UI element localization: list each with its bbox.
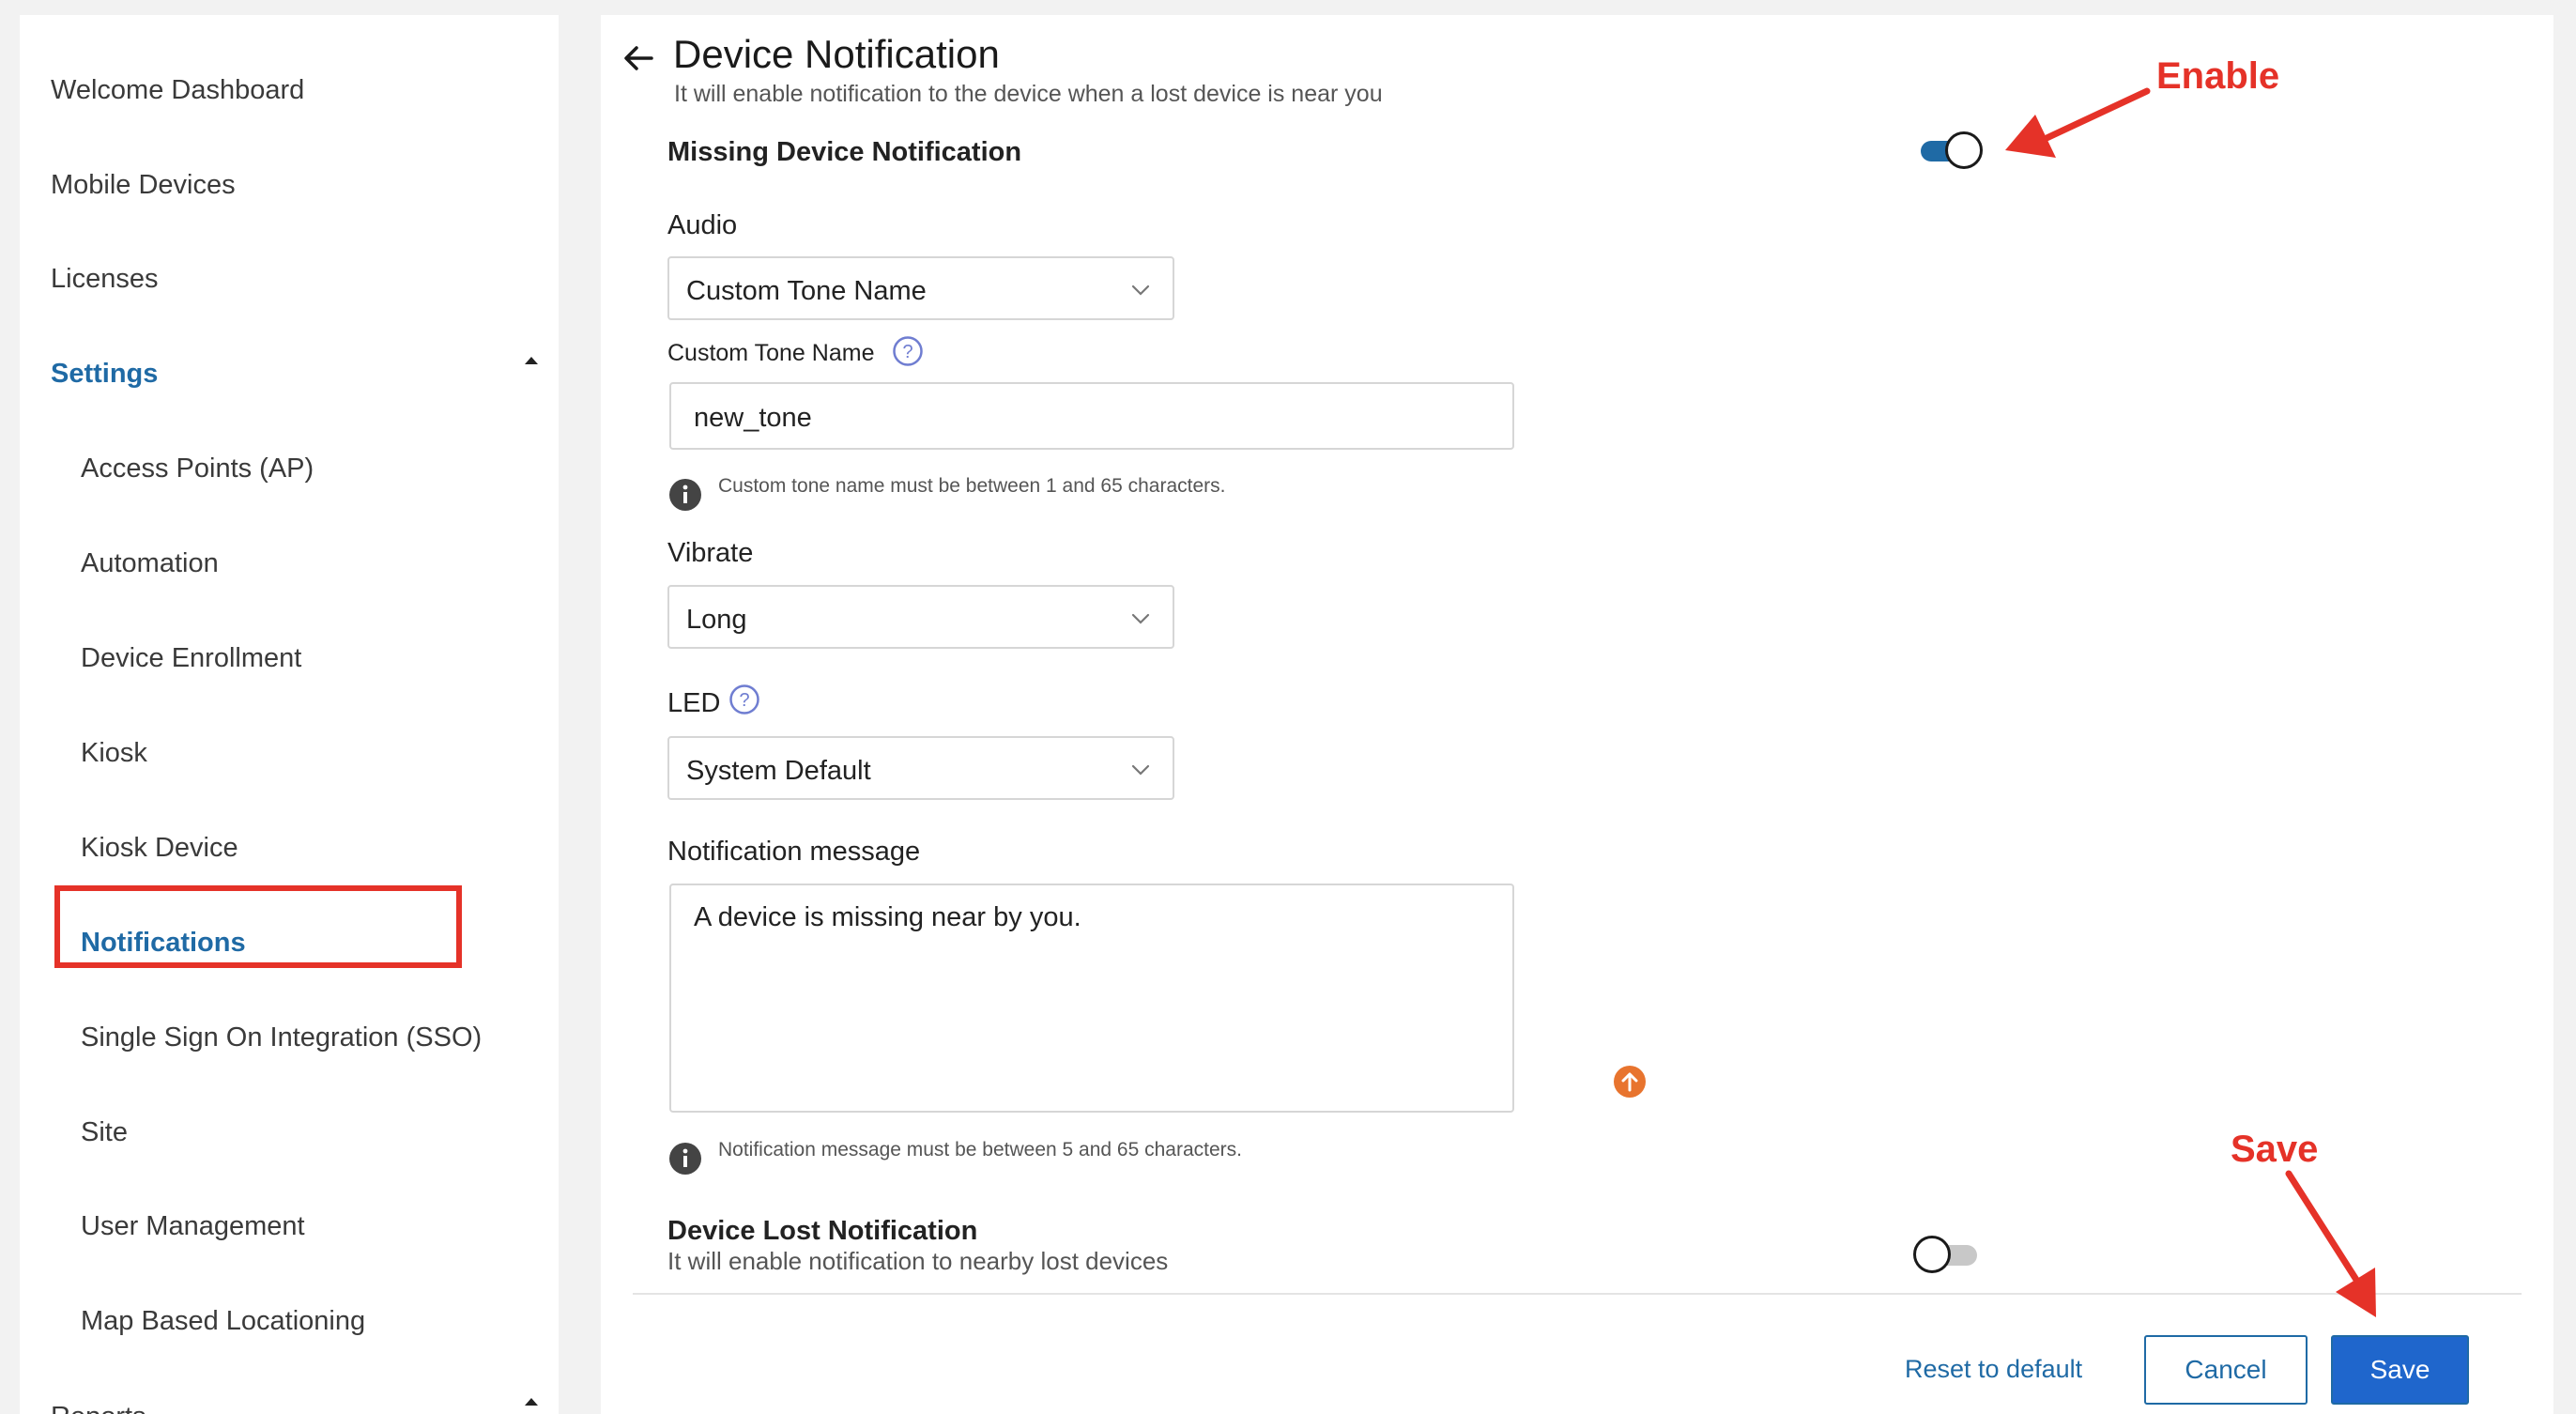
vibrate-select[interactable]: Long <box>667 585 1174 649</box>
audio-select-value: Custom Tone Name <box>686 276 927 306</box>
sidebar-item-licenses[interactable]: Licenses <box>51 264 158 295</box>
toggle-knob <box>1945 131 1983 169</box>
back-arrow-icon[interactable] <box>620 39 657 77</box>
audio-select[interactable]: Custom Tone Name <box>667 256 1174 320</box>
sidebar-item-mobile-devices[interactable]: Mobile Devices <box>51 170 236 201</box>
toggle-knob <box>1913 1236 1951 1273</box>
svg-text:?: ? <box>739 690 749 711</box>
info-icon <box>669 479 701 511</box>
sidebar: Welcome Dashboard Mobile Devices License… <box>20 15 559 1414</box>
custom-tone-name-hint: Custom tone name must be between 1 and 6… <box>718 475 1226 497</box>
vibrate-select-value: Long <box>686 605 747 635</box>
footer-divider <box>633 1293 2522 1295</box>
sidebar-item-settings[interactable]: Settings <box>51 359 158 390</box>
missing-device-notification-toggle[interactable] <box>1917 131 1983 169</box>
vibrate-label: Vibrate <box>667 538 754 568</box>
annotation-highlight-box <box>54 885 462 968</box>
notification-message-label: Notification message <box>667 837 921 867</box>
custom-tone-name-input[interactable]: new_tone <box>669 382 1514 450</box>
chevron-down-icon <box>1131 613 1150 624</box>
svg-text:?: ? <box>902 342 912 362</box>
sidebar-item-welcome-dashboard[interactable]: Welcome Dashboard <box>51 75 304 106</box>
help-icon[interactable]: ? <box>728 684 760 715</box>
reset-to-default-link[interactable]: Reset to default <box>1905 1355 2082 1384</box>
sidebar-item-automation[interactable]: Automation <box>81 548 219 579</box>
sidebar-item-access-points[interactable]: Access Points (AP) <box>81 453 314 484</box>
annotation-save-label: Save <box>2231 1129 2319 1170</box>
sidebar-item-site[interactable]: Site <box>81 1117 128 1148</box>
device-lost-notification-description: It will enable notification to nearby lo… <box>667 1247 1169 1275</box>
info-icon <box>669 1143 701 1175</box>
sidebar-item-kiosk-device[interactable]: Kiosk Device <box>81 833 238 864</box>
upload-arrow-icon[interactable] <box>1614 1066 1646 1098</box>
main-panel: Device Notification It will enable notif… <box>601 15 2553 1414</box>
missing-device-notification-label: Missing Device Notification <box>667 137 1022 167</box>
cancel-button[interactable]: Cancel <box>2144 1335 2308 1405</box>
chevron-down-icon <box>1131 764 1150 776</box>
chevron-down-icon <box>1131 284 1150 296</box>
sidebar-item-sso[interactable]: Single Sign On Integration (SSO) <box>81 1022 482 1053</box>
custom-tone-name-label: Custom Tone Name <box>667 340 875 366</box>
led-select[interactable]: System Default <box>667 736 1174 800</box>
led-select-value: System Default <box>686 756 871 786</box>
custom-tone-name-value: new_tone <box>694 403 812 433</box>
device-lost-notification-label: Device Lost Notification <box>667 1216 978 1246</box>
led-label: LED <box>667 688 721 718</box>
notification-message-textarea[interactable]: A device is missing near by you. <box>669 884 1514 1113</box>
sidebar-item-user-management[interactable]: User Management <box>81 1211 305 1242</box>
page-subtitle: It will enable notification to the devic… <box>674 81 1383 107</box>
sidebar-item-map-based-locationing[interactable]: Map Based Locationing <box>81 1306 365 1337</box>
device-lost-notification-toggle[interactable] <box>1913 1236 1979 1273</box>
caret-up-icon[interactable] <box>525 357 538 364</box>
sidebar-item-reports[interactable]: Reports <box>51 1402 146 1414</box>
save-button[interactable]: Save <box>2331 1335 2469 1405</box>
page-title: Device Notification <box>673 32 1000 76</box>
sidebar-item-kiosk[interactable]: Kiosk <box>81 738 147 769</box>
audio-label: Audio <box>667 210 738 240</box>
notification-message-hint: Notification message must be between 5 a… <box>718 1139 1242 1160</box>
annotation-enable-label: Enable <box>2156 55 2280 97</box>
help-icon[interactable]: ? <box>892 335 924 367</box>
caret-up-icon[interactable] <box>525 1398 538 1406</box>
notification-message-value: A device is missing near by you. <box>694 902 1081 932</box>
sidebar-item-device-enrollment[interactable]: Device Enrollment <box>81 643 301 674</box>
